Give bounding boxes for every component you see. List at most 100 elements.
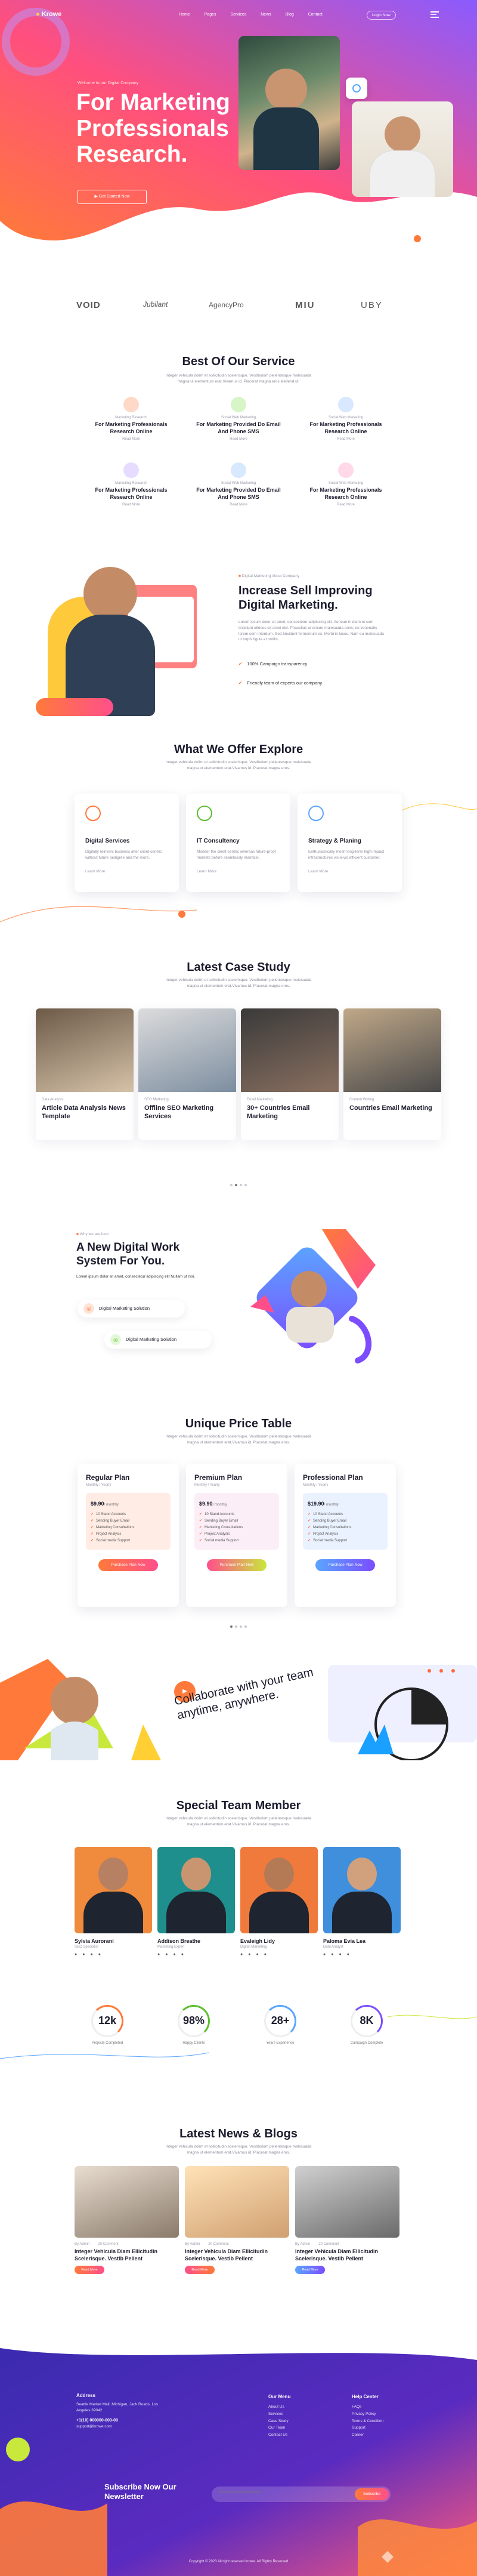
social-icon[interactable]: ● xyxy=(90,1952,92,1957)
footer-email[interactable]: support@krowe.com xyxy=(76,2424,166,2429)
purchase-button[interactable]: Purchase Plan Now xyxy=(315,1559,375,1571)
social-icon[interactable]: ● xyxy=(75,1952,77,1957)
pricing-section: Unique Price Table Integer vehicula doli… xyxy=(0,1417,477,1638)
case-card[interactable]: Email Marketing 30+ Countries Email Marke… xyxy=(241,1008,339,1140)
service-item[interactable]: Marketing Research For Marketing Professi… xyxy=(78,397,185,456)
footer-link[interactable]: Case Study xyxy=(268,2418,290,2425)
social-icon[interactable]: ● xyxy=(331,1952,333,1957)
slider-dots[interactable] xyxy=(0,1620,477,1631)
plan-feature-label: 10 Stand Accounts xyxy=(96,1513,126,1516)
nav-contact[interactable]: Contact xyxy=(308,13,323,17)
nav-news[interactable]: News xyxy=(261,13,271,17)
read-more-button[interactable]: Read More xyxy=(185,2266,215,2275)
plan-feature-box: $9.90/ monthly ✔ 10 Stand Accounts ✔ Sending… xyxy=(194,1493,279,1550)
footer-link[interactable]: Terms & Condition xyxy=(352,2418,383,2425)
service-title: For Marketing Professionals Research Onl… xyxy=(95,421,168,434)
case-tag: Content Writing xyxy=(349,1098,374,1102)
price-card: Regular Plan Monthly / Yearly $9.90/ month… xyxy=(78,1464,179,1607)
footer-link[interactable]: Services xyxy=(268,2411,290,2418)
read-more-link[interactable]: Read More xyxy=(78,437,185,441)
nav-pages[interactable]: Pages xyxy=(205,13,216,17)
news-image xyxy=(185,2166,289,2238)
site-logo[interactable]: ● Krowe xyxy=(36,11,61,18)
social-icon[interactable]: ● xyxy=(347,1952,349,1957)
footer-link[interactable]: Privacy Policy xyxy=(352,2411,383,2418)
kicker-text: Why we are best xyxy=(79,1232,109,1236)
menu-icon[interactable] xyxy=(430,11,439,18)
social-icon[interactable]: ● xyxy=(264,1952,267,1957)
footer-phone[interactable]: +1(10) 000000-000-00 xyxy=(76,2418,166,2423)
read-more-button[interactable]: Read More xyxy=(75,2266,104,2275)
subscribe-button[interactable]: Subscribe xyxy=(355,2488,389,2500)
social-icon[interactable]: ● xyxy=(256,1952,258,1957)
service-item[interactable]: Social Web Marketing For Marketing Provid… xyxy=(185,462,292,522)
plan-feature-box: $9.90/ monthly ✔ 10 Stand Accounts ✔ Sending… xyxy=(86,1493,171,1550)
nav-home[interactable]: Home xyxy=(179,13,190,17)
team-card[interactable]: Evaleigh Lidy Digital Marketing ● ● ● ● xyxy=(240,1847,318,1960)
social-icon[interactable]: ● xyxy=(173,1952,175,1957)
plan-price: $9.90 xyxy=(91,1501,104,1507)
service-title: For Marketing Provided Do Email And Phon… xyxy=(196,421,281,434)
learn-more-link[interactable]: Learn More xyxy=(308,869,391,874)
case-card[interactable]: Content Writing Countries Email Marketing xyxy=(343,1008,441,1140)
explore-card[interactable]: Strategy & Planing Enthusiastically mesh … xyxy=(298,794,402,892)
feature-pill[interactable]: ◎ Digital Marketing Solution xyxy=(78,1300,185,1318)
plan-feature: ✔ 10 Stand Accounts xyxy=(91,1512,166,1516)
read-more-link[interactable]: Read More xyxy=(292,437,399,441)
footer-link[interactable]: Contact Us xyxy=(268,2432,290,2439)
digital-title: A New Digital Work System For You. xyxy=(76,1241,179,1269)
news-card[interactable]: By Admin 20 Comment Integer Vehicula Diam … xyxy=(295,2166,399,2285)
purchase-button[interactable]: Purchase Plan Now xyxy=(98,1559,158,1571)
social-icon[interactable]: ● xyxy=(240,1952,243,1957)
service-item[interactable]: Social Web Marketing For Marketing Profes… xyxy=(292,397,399,456)
social-icon[interactable]: ● xyxy=(98,1952,101,1957)
social-icon[interactable]: ● xyxy=(181,1952,184,1957)
team-card[interactable]: Paloma Evia Lea Data Analyst ● ● ● ● xyxy=(323,1847,401,1960)
hero-cta-button[interactable]: ▶ Get Started Now xyxy=(78,190,147,204)
case-card[interactable]: SEO Marketing Offline SEO Marketing Servi… xyxy=(138,1008,236,1140)
team-card[interactable]: Addison Breathe Marketing Expert ● ● ● ● xyxy=(157,1847,235,1960)
news-card[interactable]: By Admin 20 Comment Integer Vehicula Diam … xyxy=(185,2166,289,2285)
social-icon[interactable]: ● xyxy=(323,1952,326,1957)
explore-card[interactable]: Digital Services Digitally reinvent busin… xyxy=(75,794,179,892)
explore-text: Digitally reinvent business after client… xyxy=(85,850,162,860)
about-point: ✔ Friendly team of experts our company xyxy=(238,680,322,686)
footer-link[interactable]: Our Team xyxy=(268,2424,290,2432)
footer-link[interactable]: Career xyxy=(352,2432,383,2439)
read-more-link[interactable]: Read More xyxy=(185,503,292,507)
social-icon[interactable]: ● xyxy=(157,1952,160,1957)
footer-link[interactable]: FAQs xyxy=(352,2404,383,2411)
plan-name: Regular Plan xyxy=(86,1473,130,1482)
social-icon[interactable]: ● xyxy=(248,1952,250,1957)
person-head xyxy=(181,1858,211,1890)
member-name: Sylvia Aurorani xyxy=(75,1938,114,1944)
learn-more-link[interactable]: Learn More xyxy=(85,869,168,874)
social-icon[interactable]: ● xyxy=(339,1952,341,1957)
team-card[interactable]: Sylvia Aurorani SEO Specialist ● ● ● ● xyxy=(75,1847,152,1960)
social-icon[interactable]: ● xyxy=(82,1952,85,1957)
case-card[interactable]: Data Analysis Article Data Analysis News … xyxy=(36,1008,134,1140)
nav-blog[interactable]: Blog xyxy=(286,13,294,17)
learn-more-link[interactable]: Learn More xyxy=(197,869,280,874)
purchase-button[interactable]: Purchase Plan Now xyxy=(207,1559,267,1571)
login-button[interactable]: Login Now xyxy=(367,11,396,20)
read-more-button[interactable]: Read More xyxy=(295,2266,325,2275)
service-item[interactable]: Marketing Research For Marketing Professi… xyxy=(78,462,185,522)
slider-dots[interactable] xyxy=(0,1179,477,1189)
footer-link[interactable]: About Us xyxy=(268,2404,290,2411)
plan-feature: ✔ Project Analysis xyxy=(308,1532,383,1536)
explore-card[interactable]: IT Consultency Monitor the client-centric… xyxy=(186,794,290,892)
social-icon[interactable]: ● xyxy=(165,1952,168,1957)
subscribe-email-input[interactable] xyxy=(219,2490,326,2494)
news-card[interactable]: By Admin 20 Comment Integer Vehicula Diam … xyxy=(75,2166,179,2285)
digital-text: Lorem ipsum dolor sit amet, consectetur … xyxy=(76,1275,196,1279)
read-more-link[interactable]: Read More xyxy=(185,437,292,441)
case-title: Countries Email Marketing xyxy=(349,1105,432,1112)
service-item[interactable]: Social Web Marketing For Marketing Profes… xyxy=(292,462,399,522)
read-more-link[interactable]: Read More xyxy=(292,503,399,507)
nav-services[interactable]: Services xyxy=(230,13,246,17)
footer-link[interactable]: Support xyxy=(352,2424,383,2432)
feature-pill[interactable]: ◎ Digital Marketing Solution xyxy=(104,1331,212,1349)
service-item[interactable]: Social Web Marketing For Marketing Provid… xyxy=(185,397,292,456)
read-more-link[interactable]: Read More xyxy=(78,503,185,507)
